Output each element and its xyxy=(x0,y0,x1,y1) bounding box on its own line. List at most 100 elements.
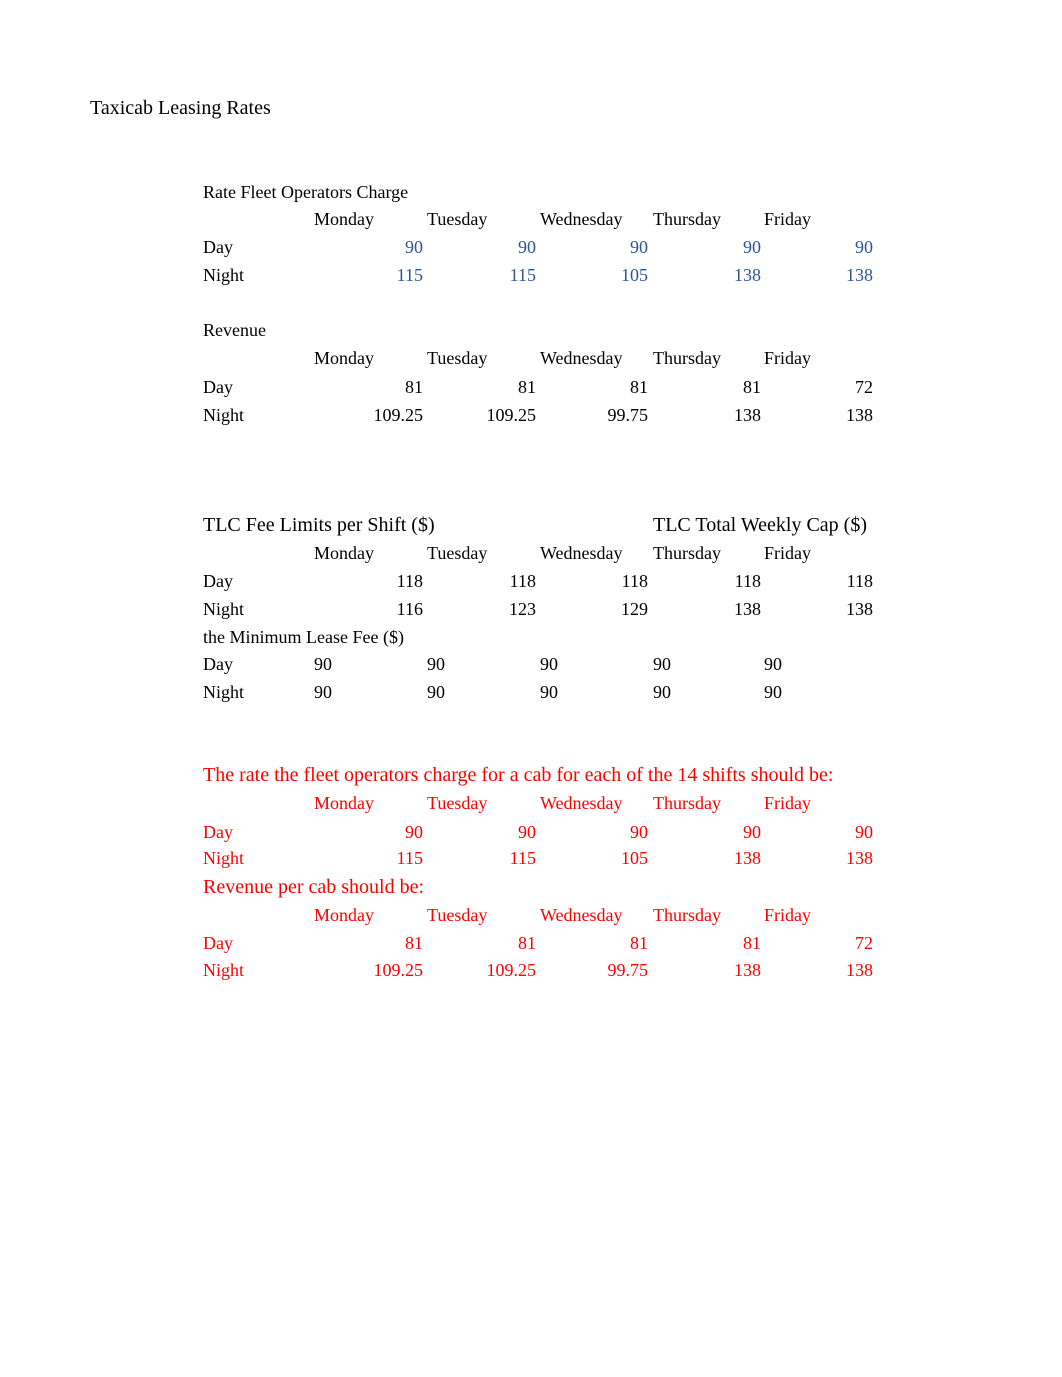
cell-night-thursday: 138 xyxy=(734,405,761,425)
row-label-night: Night xyxy=(203,405,245,425)
cell-night-wednesday: 105 xyxy=(621,265,648,285)
cell-day-wednesday: 118 xyxy=(621,571,648,591)
cell-night-friday: 138 xyxy=(846,599,873,619)
cell-day-wednesday: 90 xyxy=(630,822,648,842)
cell-night-monday: 115 xyxy=(396,265,423,285)
cell-day-thursday: 90 xyxy=(653,654,671,674)
cell-day-monday: 90 xyxy=(314,654,332,674)
column-header-tuesday: Tuesday xyxy=(427,793,488,813)
cell-day-thursday: 118 xyxy=(734,571,761,591)
cell-night-friday: 138 xyxy=(846,405,873,425)
cell-day-tuesday: 81 xyxy=(518,377,536,397)
column-header-tuesday: Tuesday xyxy=(427,543,488,563)
row-label-day: Day xyxy=(203,822,233,842)
column-header-wednesday: Wednesday xyxy=(540,905,623,925)
cell-night-thursday: 90 xyxy=(653,682,671,702)
column-header-friday: Friday xyxy=(764,209,811,229)
cell-night-tuesday: 123 xyxy=(509,599,536,619)
row-label-night: Night xyxy=(203,960,245,980)
cell-night-monday: 90 xyxy=(314,682,332,702)
column-header-wednesday: Wednesday xyxy=(540,793,623,813)
cell-day-tuesday: 90 xyxy=(518,237,536,257)
answer_rate-heading: The rate the fleet operators charge for … xyxy=(203,764,834,786)
cell-night-monday: 109.25 xyxy=(373,405,424,425)
cell-day-friday: 72 xyxy=(855,377,873,397)
cell-day-thursday: 90 xyxy=(743,822,761,842)
column-header-monday: Monday xyxy=(314,905,374,925)
column-header-thursday: Thursday xyxy=(653,209,721,229)
cell-night-tuesday: 115 xyxy=(509,265,536,285)
cell-day-thursday: 81 xyxy=(743,933,761,953)
cell-day-wednesday: 81 xyxy=(630,377,648,397)
column-header-thursday: Thursday xyxy=(653,905,721,925)
column-header-friday: Friday xyxy=(764,348,811,368)
cell-day-monday: 90 xyxy=(405,237,423,257)
answer_revenue-heading: Revenue per cab should be: xyxy=(203,876,425,898)
cell-day-thursday: 90 xyxy=(743,237,761,257)
cell-day-tuesday: 90 xyxy=(518,822,536,842)
column-header-tuesday: Tuesday xyxy=(427,348,488,368)
row-label-day: Day xyxy=(203,237,233,257)
cell-night-wednesday: 90 xyxy=(540,682,558,702)
cell-day-monday: 118 xyxy=(396,571,423,591)
row-label-day: Day xyxy=(203,933,233,953)
column-header-monday: Monday xyxy=(314,209,374,229)
cell-night-tuesday: 109.25 xyxy=(486,405,537,425)
cell-night-wednesday: 105 xyxy=(621,848,648,868)
cell-night-wednesday: 99.75 xyxy=(607,960,649,980)
cell-day-friday: 90 xyxy=(855,822,873,842)
cell-day-friday: 90 xyxy=(764,654,782,674)
row-label-day: Day xyxy=(203,571,233,591)
column-header-friday: Friday xyxy=(764,905,811,925)
cell-night-friday: 138 xyxy=(846,265,873,285)
cell-night-tuesday: 115 xyxy=(509,848,536,868)
column-header-thursday: Thursday xyxy=(653,348,721,368)
cell-night-wednesday: 99.75 xyxy=(607,405,649,425)
cell-night-monday: 109.25 xyxy=(373,960,424,980)
cell-day-monday: 90 xyxy=(405,822,423,842)
cell-night-tuesday: 109.25 xyxy=(486,960,537,980)
cell-day-wednesday: 90 xyxy=(540,654,558,674)
cell-night-monday: 116 xyxy=(396,599,423,619)
cell-night-friday: 138 xyxy=(846,960,873,980)
cell-day-wednesday: 81 xyxy=(630,933,648,953)
column-header-tuesday: Tuesday xyxy=(427,209,488,229)
column-header-tuesday: Tuesday xyxy=(427,905,488,925)
page-title: Taxicab Leasing Rates xyxy=(90,97,271,119)
cell-day-thursday: 81 xyxy=(743,377,761,397)
row-label-night: Night xyxy=(203,848,245,868)
revenue-heading: Revenue xyxy=(203,320,266,340)
column-header-wednesday: Wednesday xyxy=(540,348,623,368)
cell-day-monday: 81 xyxy=(405,933,423,953)
cell-day-tuesday: 118 xyxy=(509,571,536,591)
column-header-monday: Monday xyxy=(314,543,374,563)
cell-day-friday: 118 xyxy=(846,571,873,591)
cell-night-friday: 138 xyxy=(846,848,873,868)
column-header-friday: Friday xyxy=(764,793,811,813)
cell-day-friday: 90 xyxy=(855,237,873,257)
column-header-wednesday: Wednesday xyxy=(540,209,623,229)
column-header-thursday: Thursday xyxy=(653,793,721,813)
cell-night-wednesday: 129 xyxy=(621,599,648,619)
weekly-cap-heading: TLC Total Weekly Cap ($) xyxy=(653,514,867,536)
cell-night-thursday: 138 xyxy=(734,960,761,980)
cell-day-monday: 81 xyxy=(405,377,423,397)
cell-night-thursday: 138 xyxy=(734,599,761,619)
cell-night-tuesday: 90 xyxy=(427,682,445,702)
min_lease-heading: the Minimum Lease Fee ($) xyxy=(203,627,404,647)
column-header-wednesday: Wednesday xyxy=(540,543,623,563)
cell-night-monday: 115 xyxy=(396,848,423,868)
cell-day-tuesday: 90 xyxy=(427,654,445,674)
cell-day-friday: 72 xyxy=(855,933,873,953)
cell-day-tuesday: 81 xyxy=(518,933,536,953)
tlc_limits-heading: TLC Fee Limits per Shift ($) xyxy=(203,514,435,536)
row-label-day: Day xyxy=(203,654,233,674)
row-label-night: Night xyxy=(203,265,245,285)
row-label-day: Day xyxy=(203,377,233,397)
row-label-night: Night xyxy=(203,682,245,702)
row-label-night: Night xyxy=(203,599,245,619)
cell-day-wednesday: 90 xyxy=(630,237,648,257)
cell-night-thursday: 138 xyxy=(734,848,761,868)
column-header-thursday: Thursday xyxy=(653,543,721,563)
cell-night-friday: 90 xyxy=(764,682,782,702)
